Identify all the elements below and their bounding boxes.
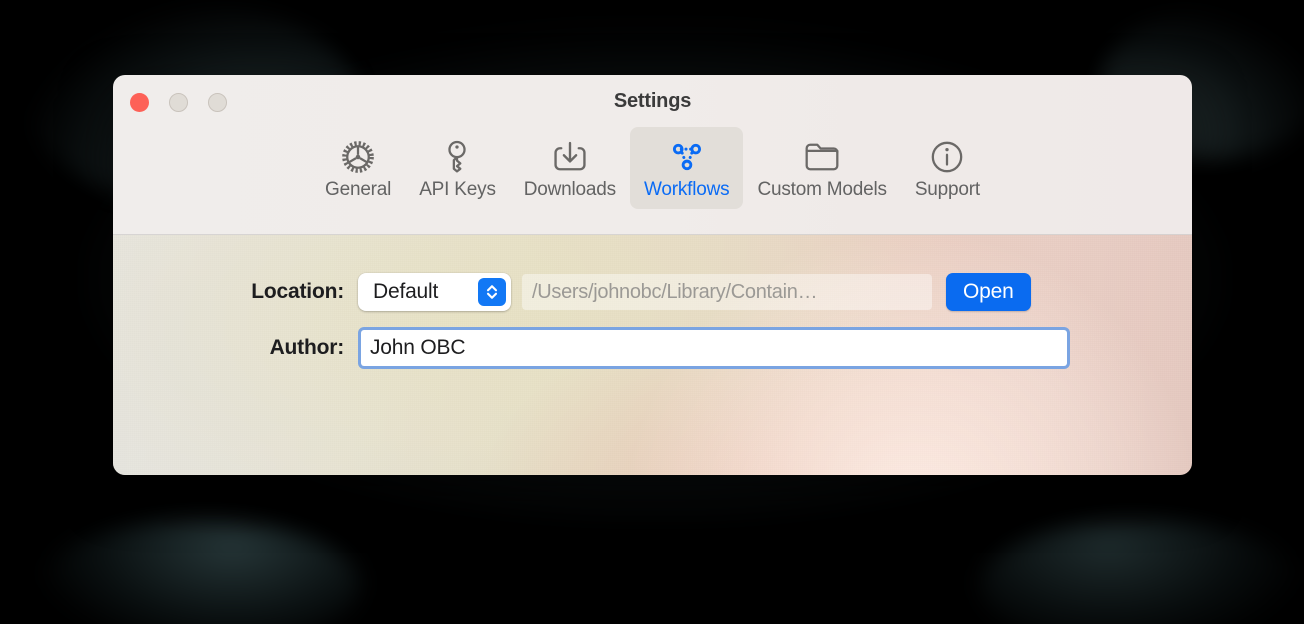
author-label: Author: (269, 336, 345, 359)
tab-downloads[interactable]: Downloads (510, 127, 630, 209)
window-shadow-halo-bottomleft (40, 520, 360, 624)
settings-tab-bar: General API Keys Downloads Workflows Cus… (113, 127, 1192, 209)
tab-workflows-label: Workflows (643, 179, 730, 200)
tab-general[interactable]: General (311, 127, 405, 209)
tab-api-keys[interactable]: API Keys (405, 127, 510, 209)
tab-workflows[interactable]: Workflows (629, 127, 744, 209)
tab-custom-models[interactable]: Custom Models (743, 127, 900, 209)
info-circle-icon (926, 137, 968, 177)
workflows-settings-form: Location: Default /Users/johnobc/Library… (113, 235, 1192, 369)
tab-support[interactable]: Support (901, 127, 994, 209)
location-popup-value: Default (373, 280, 439, 303)
tab-custom-models-label: Custom Models (757, 179, 887, 200)
settings-content-pane: Location: Default /Users/johnobc/Library… (113, 235, 1192, 475)
tab-downloads-label: Downloads (523, 179, 616, 200)
location-path-value: /Users/johnobc/Library/Contain… (532, 280, 818, 303)
folder-icon (801, 137, 843, 177)
location-path-field: /Users/johnobc/Library/Contain… (522, 274, 932, 310)
workflow-nodes-icon (666, 137, 708, 177)
key-icon (436, 137, 478, 177)
gear-icon (337, 137, 379, 177)
author-input[interactable] (361, 330, 1067, 366)
settings-window: Settings General API Keys Downloads Work… (113, 75, 1192, 475)
tab-general-label: General (325, 179, 392, 200)
window-title: Settings (613, 90, 692, 112)
tab-support-label: Support (914, 179, 980, 200)
tab-api-keys-label: API Keys (419, 179, 496, 200)
download-icon (549, 137, 591, 177)
open-button[interactable]: Open (946, 273, 1031, 311)
author-row: Author: (113, 327, 1192, 369)
location-row: Location: Default /Users/johnobc/Library… (113, 273, 1192, 311)
author-field-focus-ring (358, 327, 1070, 369)
location-label: Location: (251, 280, 344, 303)
chevron-up-down-icon (478, 278, 506, 306)
location-popup-button[interactable]: Default (358, 273, 511, 311)
desktop-background: Settings General API Keys Downloads Work… (0, 0, 1304, 624)
window-shadow-halo-bottomright (980, 520, 1300, 624)
window-toolbar: Settings General API Keys Downloads Work… (113, 75, 1192, 235)
